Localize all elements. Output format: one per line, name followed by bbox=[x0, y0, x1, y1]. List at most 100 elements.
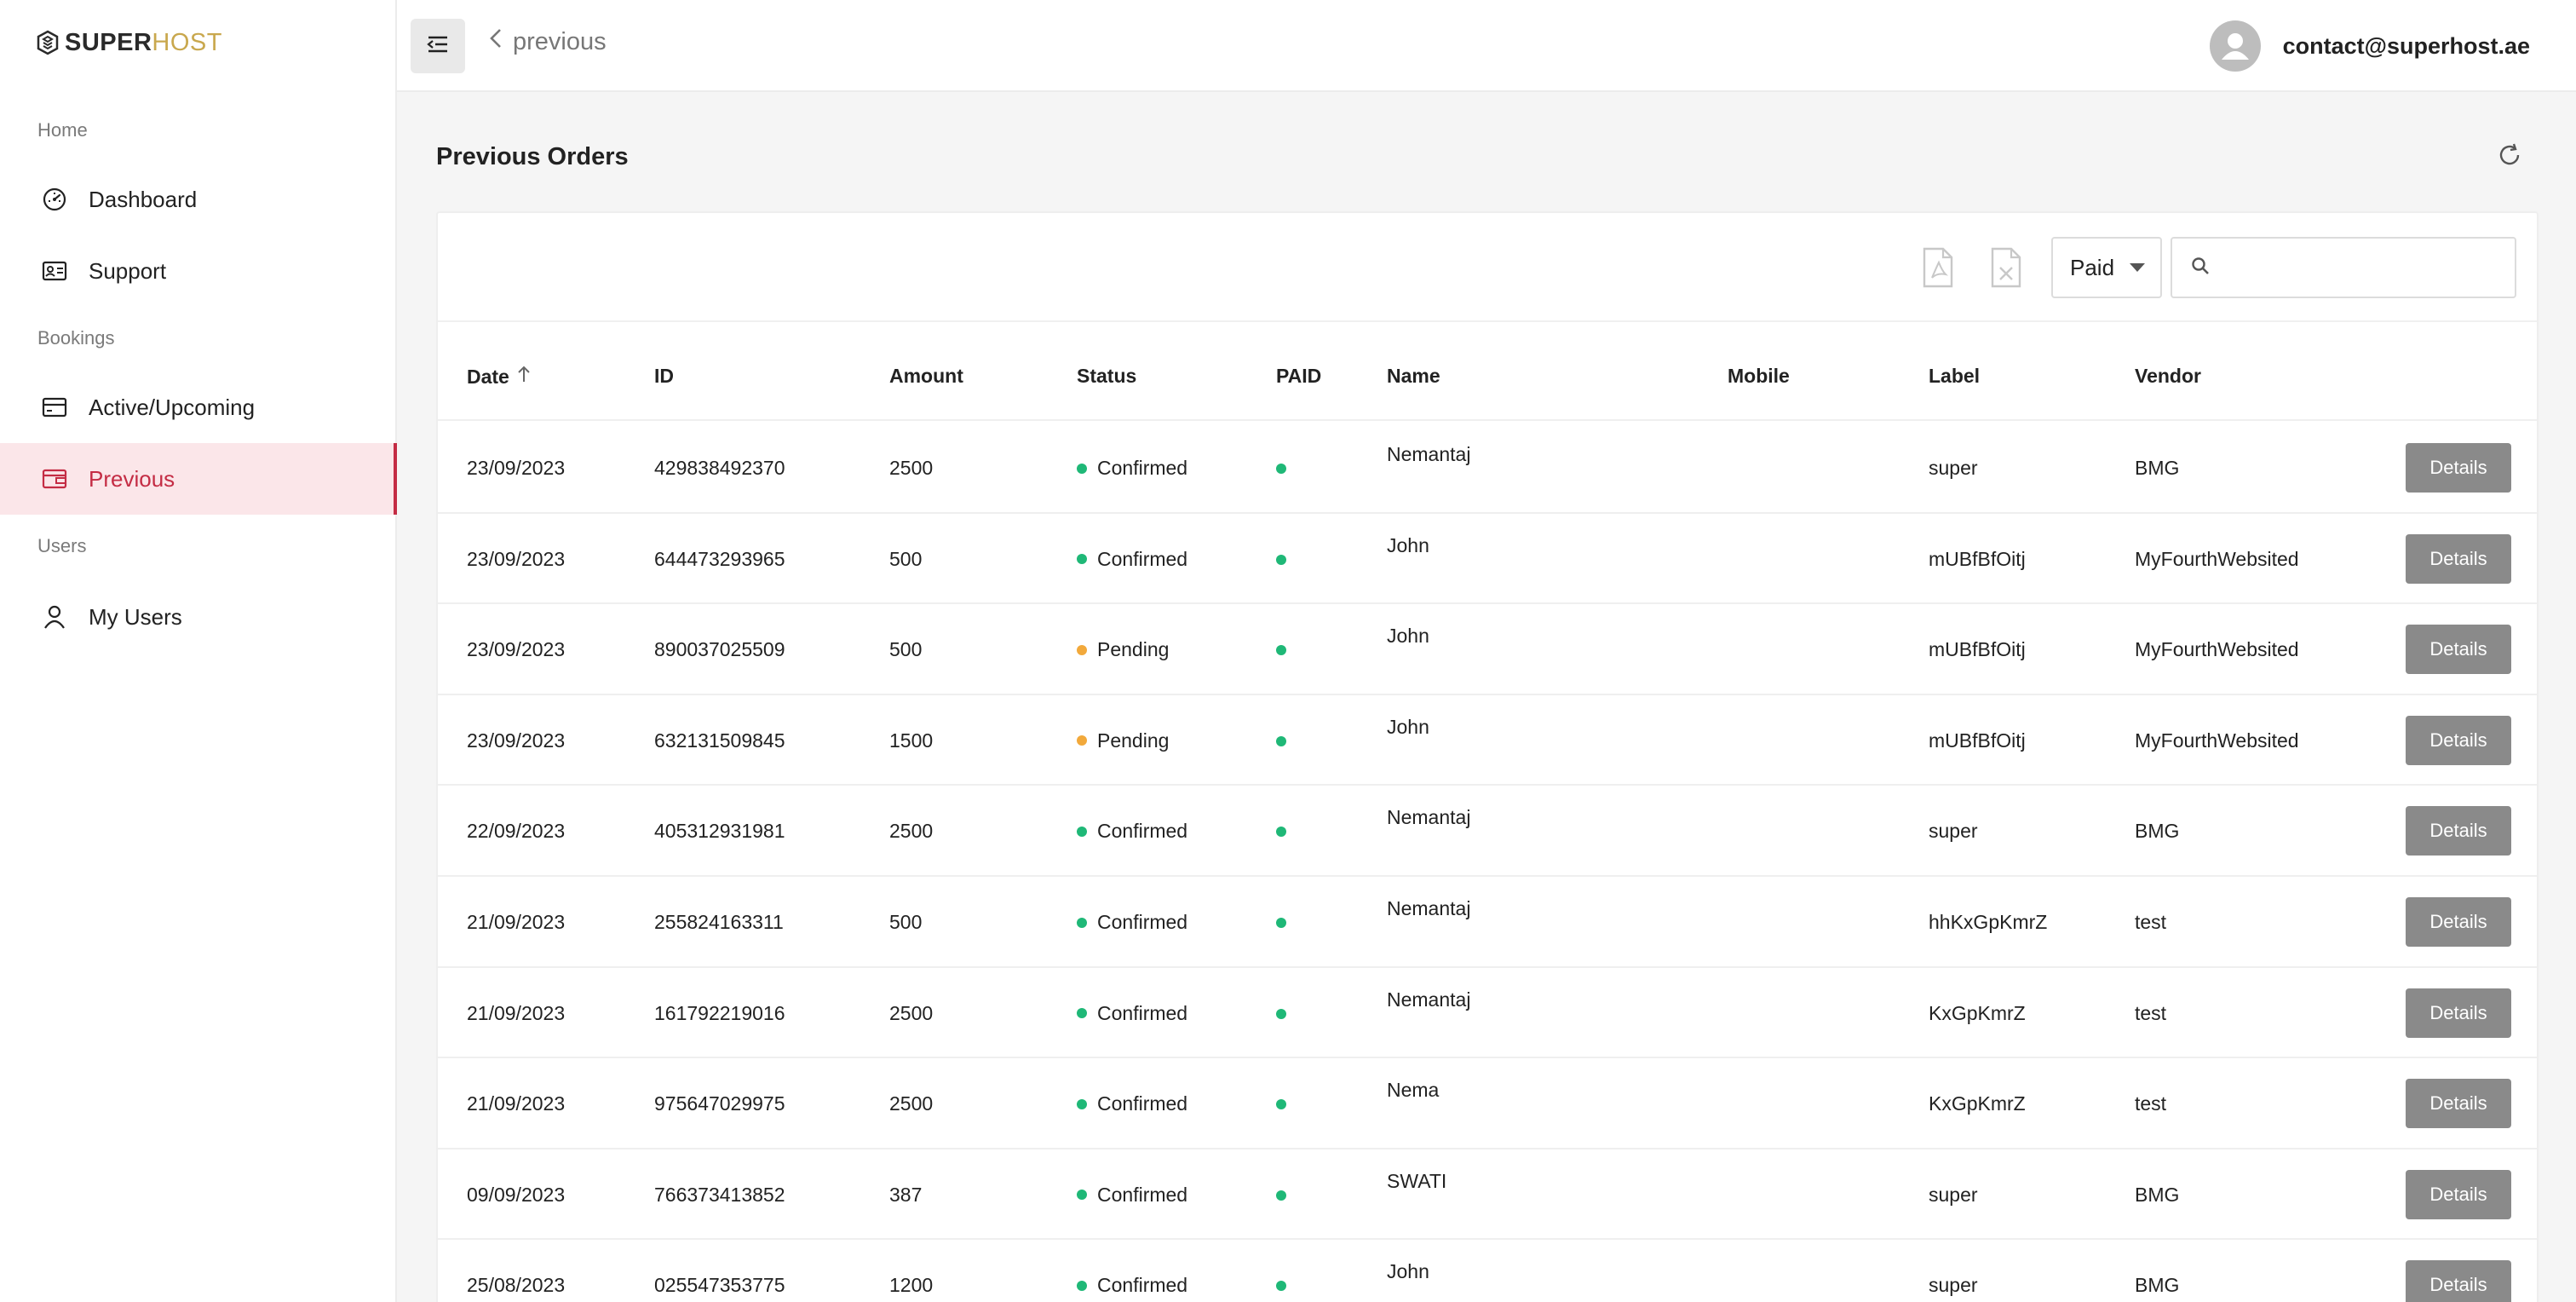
cell-label: KxGpKmrZ bbox=[1929, 1001, 2026, 1024]
dashboard-gauge-icon bbox=[41, 186, 68, 213]
status-dot-icon bbox=[1077, 1008, 1087, 1019]
export-pdf-button[interactable] bbox=[1922, 247, 1954, 288]
table-row[interactable]: 25/08/2023 025547353775 1200 Confirmed John s… bbox=[438, 1240, 2537, 1302]
logo-icon bbox=[37, 30, 59, 55]
paid-indicator-icon bbox=[1276, 554, 1286, 565]
status-text: Pending bbox=[1097, 638, 1170, 661]
cell-label: mUBfBfOitj bbox=[1929, 547, 2026, 570]
details-button[interactable]: Details bbox=[2406, 806, 2511, 856]
cell-vendor: MyFourthWebsited bbox=[2135, 638, 2299, 661]
cell-id: 890037025509 bbox=[654, 638, 785, 661]
refresh-button[interactable] bbox=[2494, 141, 2525, 172]
details-button[interactable]: Details bbox=[2406, 1169, 2511, 1219]
status-badge: Confirmed bbox=[1077, 1184, 1187, 1207]
cell-amount: 500 bbox=[889, 911, 923, 933]
sidebar-item-support-label: Support bbox=[89, 257, 167, 284]
details-button[interactable]: Details bbox=[2406, 443, 2511, 493]
cell-id: 161792219016 bbox=[654, 1001, 785, 1024]
details-button[interactable]: Details bbox=[2406, 1260, 2511, 1302]
back-link-label: previous bbox=[513, 27, 607, 55]
search-box[interactable] bbox=[2171, 237, 2516, 298]
paid-filter-select[interactable]: Paid bbox=[2051, 237, 2162, 298]
sidebar-item-previous[interactable]: Previous bbox=[0, 443, 397, 515]
status-badge: Confirmed bbox=[1077, 457, 1187, 480]
brand-super-text: SUPER bbox=[65, 28, 152, 56]
sidebar-item-active-label: Active/Upcoming bbox=[89, 394, 256, 420]
cell-name: Nemantaj bbox=[1387, 897, 1471, 919]
status-dot-icon bbox=[1077, 1280, 1087, 1291]
user-menu[interactable]: contact@superhost.ae bbox=[2209, 20, 2530, 72]
paid-indicator-icon bbox=[1276, 735, 1286, 746]
header-label[interactable]: Label bbox=[1929, 365, 1980, 388]
status-text: Confirmed bbox=[1097, 820, 1188, 843]
status-badge: Confirmed bbox=[1077, 1274, 1187, 1297]
menu-toggle-button[interactable] bbox=[411, 19, 465, 73]
table-row[interactable]: 22/09/2023 405312931981 2500 Confirmed Neman… bbox=[438, 786, 2537, 877]
cell-id: 644473293965 bbox=[654, 547, 785, 570]
export-excel-button[interactable] bbox=[1990, 247, 2022, 288]
details-button[interactable]: Details bbox=[2406, 715, 2511, 765]
back-link[interactable]: previous bbox=[489, 27, 607, 56]
cell-id: 405312931981 bbox=[654, 820, 785, 843]
paid-indicator-icon bbox=[1276, 1190, 1286, 1201]
cell-name: Nemantaj bbox=[1387, 443, 1471, 465]
cell-name: Nema bbox=[1387, 1079, 1440, 1102]
status-text: Confirmed bbox=[1097, 1001, 1188, 1024]
header-status[interactable]: Status bbox=[1077, 365, 1136, 388]
sidebar-item-support[interactable]: Support bbox=[0, 235, 397, 307]
header-paid[interactable]: PAID bbox=[1276, 365, 1321, 388]
header-amount[interactable]: Amount bbox=[889, 365, 963, 388]
cell-date: 23/09/2023 bbox=[467, 547, 566, 570]
cell-amount: 2500 bbox=[889, 457, 934, 479]
cell-amount: 2500 bbox=[889, 1001, 934, 1024]
header-vendor[interactable]: Vendor bbox=[2135, 365, 2201, 388]
details-button[interactable]: Details bbox=[2406, 625, 2511, 675]
details-button[interactable]: Details bbox=[2406, 988, 2511, 1038]
status-badge: Confirmed bbox=[1077, 1002, 1187, 1025]
header-id[interactable]: ID bbox=[654, 365, 674, 388]
paid-indicator-icon bbox=[1276, 1099, 1286, 1110]
avatar[interactable] bbox=[2209, 20, 2261, 72]
header-name[interactable]: Name bbox=[1387, 365, 1440, 388]
status-dot-icon bbox=[1077, 1190, 1087, 1201]
table-row[interactable]: 23/09/2023 890037025509 500 Pending John mUBf… bbox=[438, 604, 2537, 695]
status-badge: Pending bbox=[1077, 729, 1169, 752]
cell-name: Nemantaj bbox=[1387, 806, 1471, 829]
sort-ascending-icon bbox=[516, 365, 532, 389]
table-row[interactable]: 21/09/2023 255824163311 500 Confirmed Nemant… bbox=[438, 877, 2537, 968]
details-button[interactable]: Details bbox=[2406, 533, 2511, 584]
cell-id: 975647029975 bbox=[654, 1092, 785, 1115]
header-date[interactable]: Date bbox=[467, 365, 532, 389]
cell-amount: 1500 bbox=[889, 729, 934, 752]
cell-vendor: BMG bbox=[2135, 1274, 2180, 1297]
brand-logo[interactable]: SUPERHOST bbox=[36, 26, 222, 60]
details-button[interactable]: Details bbox=[2406, 897, 2511, 947]
cell-id: 429838492370 bbox=[654, 457, 785, 479]
table-row[interactable]: 21/09/2023 161792219016 2500 Confirmed Neman… bbox=[438, 968, 2537, 1059]
cell-vendor: MyFourthWebsited bbox=[2135, 547, 2299, 570]
table-row[interactable]: 23/09/2023 429838492370 2500 Confirmed Neman… bbox=[438, 423, 2537, 514]
cell-id: 025547353775 bbox=[654, 1274, 785, 1297]
table-row[interactable]: 09/09/2023 766373413852 387 Confirmed SWATI s… bbox=[438, 1149, 2537, 1241]
status-dot-icon bbox=[1077, 554, 1087, 565]
sidebar-item-dashboard[interactable]: Dashboard bbox=[0, 164, 397, 235]
sidebar-item-my-users[interactable]: My Users bbox=[0, 581, 397, 653]
chevron-left-icon bbox=[489, 27, 503, 56]
sidebar-item-active-upcoming[interactable]: Active/Upcoming bbox=[0, 372, 397, 443]
search-input[interactable] bbox=[2222, 256, 2511, 279]
wallet-icon bbox=[41, 465, 68, 493]
table-row[interactable]: 23/09/2023 632131509845 1500 Pending John mUB… bbox=[438, 695, 2537, 786]
status-text: Pending bbox=[1097, 729, 1170, 752]
details-button[interactable]: Details bbox=[2406, 1079, 2511, 1129]
sidebar-item-dashboard-label: Dashboard bbox=[89, 186, 198, 212]
status-text: Confirmed bbox=[1097, 457, 1188, 479]
cell-amount: 2500 bbox=[889, 820, 934, 843]
topbar: previous contact@superhost.ae bbox=[397, 0, 2576, 92]
cell-date: 21/09/2023 bbox=[467, 1001, 566, 1024]
header-mobile[interactable]: Mobile bbox=[1728, 365, 1790, 388]
contact-card-icon bbox=[41, 257, 68, 285]
status-text: Confirmed bbox=[1097, 1274, 1188, 1297]
cell-name: Nemantaj bbox=[1387, 988, 1471, 1011]
table-row[interactable]: 21/09/2023 975647029975 2500 Confirmed Nema K… bbox=[438, 1058, 2537, 1149]
table-row[interactable]: 23/09/2023 644473293965 500 Confirmed John mU… bbox=[438, 514, 2537, 605]
